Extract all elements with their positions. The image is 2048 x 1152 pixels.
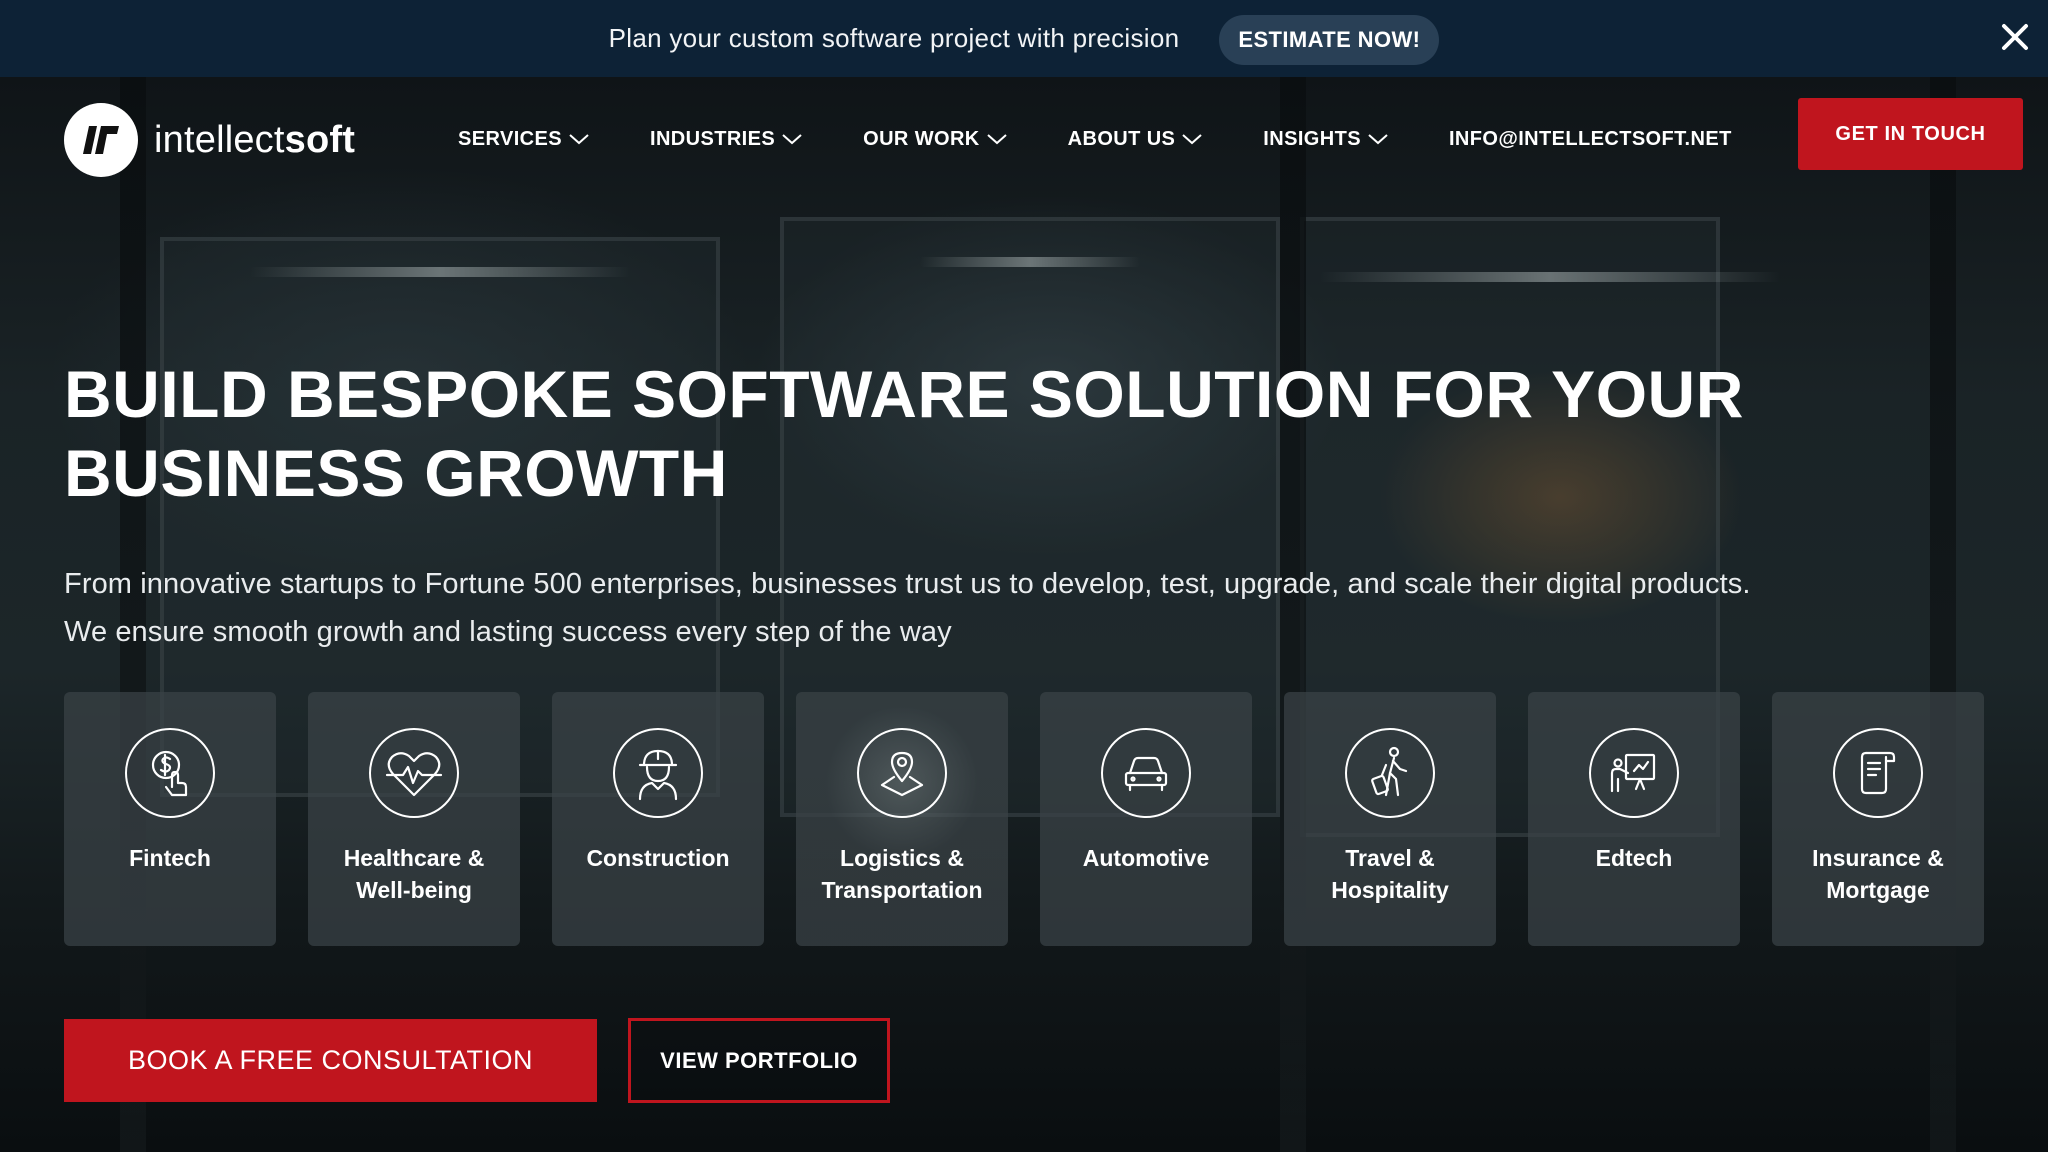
card-label-line-2: Hospitality xyxy=(1331,877,1449,903)
card-label-line-1: Construction xyxy=(586,845,730,871)
nav-our-work[interactable]: OUR WORK xyxy=(863,128,1008,151)
industry-card-fintech[interactable]: Fintech xyxy=(64,692,276,946)
card-label-line-2: Transportation xyxy=(821,877,983,903)
logo-text-bold: soft xyxy=(284,118,356,161)
logistics-icon xyxy=(857,728,947,818)
announcement-bar: Plan your custom software project with p… xyxy=(0,0,2048,77)
hero-subline: From innovative startups to Fortune 500 … xyxy=(64,560,1984,656)
logo-mark-icon xyxy=(64,103,138,177)
card-label-line-2: Mortgage xyxy=(1826,877,1930,903)
card-label: Edtech xyxy=(1534,842,1734,874)
nav-industries[interactable]: INDUSTRIES xyxy=(650,128,803,151)
nav-label: ABOUT US xyxy=(1067,127,1176,150)
industry-card-automotive[interactable]: Automotive xyxy=(1040,692,1252,946)
card-label-line-1: Edtech xyxy=(1595,845,1673,871)
industry-card-insurance[interactable]: Insurance & Mortgage xyxy=(1772,692,1984,946)
nav-label: INSIGHTS xyxy=(1263,127,1361,150)
nav-label: SERVICES xyxy=(458,127,562,150)
industry-card-logistics[interactable]: Logistics & Transportation xyxy=(796,692,1008,946)
industry-card-healthcare[interactable]: Healthcare & Well-being xyxy=(308,692,520,946)
book-free-consultation-button[interactable]: BOOK A FREE CONSULTATION xyxy=(64,1019,597,1102)
card-label: Logistics & Transportation xyxy=(802,842,1002,906)
card-label-line-2: Well-being xyxy=(356,877,472,903)
logo[interactable]: intellectsoft xyxy=(64,103,355,177)
nav-label: OUR WORK xyxy=(863,127,980,150)
card-label-line-1: Automotive xyxy=(1082,845,1210,871)
get-in-touch-button[interactable]: GET IN TOUCH xyxy=(1798,98,2023,170)
nav-insights[interactable]: INSIGHTS xyxy=(1263,128,1389,151)
industry-card-construction[interactable]: Construction xyxy=(552,692,764,946)
hero-headline: BUILD BESPOKE SOFTWARE SOLUTION FOR YOUR… xyxy=(64,355,1864,513)
subline-line-1: From innovative startups to Fortune 500 … xyxy=(64,568,1751,600)
insurance-icon xyxy=(1833,728,1923,818)
logo-text: intellectsoft xyxy=(154,119,355,162)
industry-card-edtech[interactable]: Edtech xyxy=(1528,692,1740,946)
estimate-now-button[interactable]: ESTIMATE NOW! xyxy=(1219,14,1440,65)
headline-line-1: BUILD BESPOKE SOFTWARE SOLUTION FOR YOUR xyxy=(64,357,1744,431)
travel-icon xyxy=(1345,728,1435,818)
announcement-text: Plan your custom software project with p… xyxy=(608,23,1180,53)
chevron-down-icon xyxy=(569,134,589,145)
close-icon[interactable] xyxy=(1998,20,2032,54)
card-label: Fintech xyxy=(70,842,270,874)
card-label-line-1: Fintech xyxy=(129,845,211,871)
construction-icon xyxy=(613,728,703,818)
card-label: Construction xyxy=(558,842,758,874)
headline-line-2: BUSINESS GROWTH xyxy=(64,436,728,510)
chevron-down-icon xyxy=(986,134,1007,145)
card-label: Automotive xyxy=(1046,842,1246,874)
nav-label: INDUSTRIES xyxy=(649,127,776,150)
fintech-icon xyxy=(125,728,215,818)
nav-email-link[interactable]: INFO@INTELLECTSOFT.NET xyxy=(1449,128,1732,151)
nav-services[interactable]: SERVICES xyxy=(458,128,590,151)
card-label-line-1: Logistics & xyxy=(840,845,964,871)
automotive-icon xyxy=(1101,728,1191,818)
card-label: Insurance & Mortgage xyxy=(1778,842,1978,906)
ceiling-light xyxy=(1320,272,1780,282)
view-portfolio-button[interactable]: VIEW PORTFOLIO xyxy=(628,1018,890,1103)
ceiling-light xyxy=(920,257,1140,267)
card-label: Travel & Hospitality xyxy=(1290,842,1490,906)
card-label-line-1: Travel & xyxy=(1345,845,1435,871)
industry-cards: Fintech Healthcare & Well-being Construc… xyxy=(64,692,1984,946)
chevron-down-icon xyxy=(782,134,802,145)
card-label-line-1: Healthcare & xyxy=(343,845,485,871)
logo-text-light: intellect xyxy=(154,118,285,161)
subline-line-2: We ensure smooth growth and lasting succ… xyxy=(64,616,952,648)
card-label: Healthcare & Well-being xyxy=(314,842,514,906)
chevron-down-icon xyxy=(1182,134,1202,145)
nav-about-us[interactable]: ABOUT US xyxy=(1068,128,1204,151)
main-nav: SERVICES INDUSTRIES OUR WORK ABOUT US IN… xyxy=(458,124,1732,154)
industry-card-travel[interactable]: Travel & Hospitality xyxy=(1284,692,1496,946)
chevron-down-icon xyxy=(1368,134,1388,145)
ceiling-light xyxy=(250,267,630,277)
edtech-icon xyxy=(1589,728,1679,818)
card-label-line-1: Insurance & xyxy=(1812,845,1944,871)
healthcare-icon xyxy=(369,728,459,818)
